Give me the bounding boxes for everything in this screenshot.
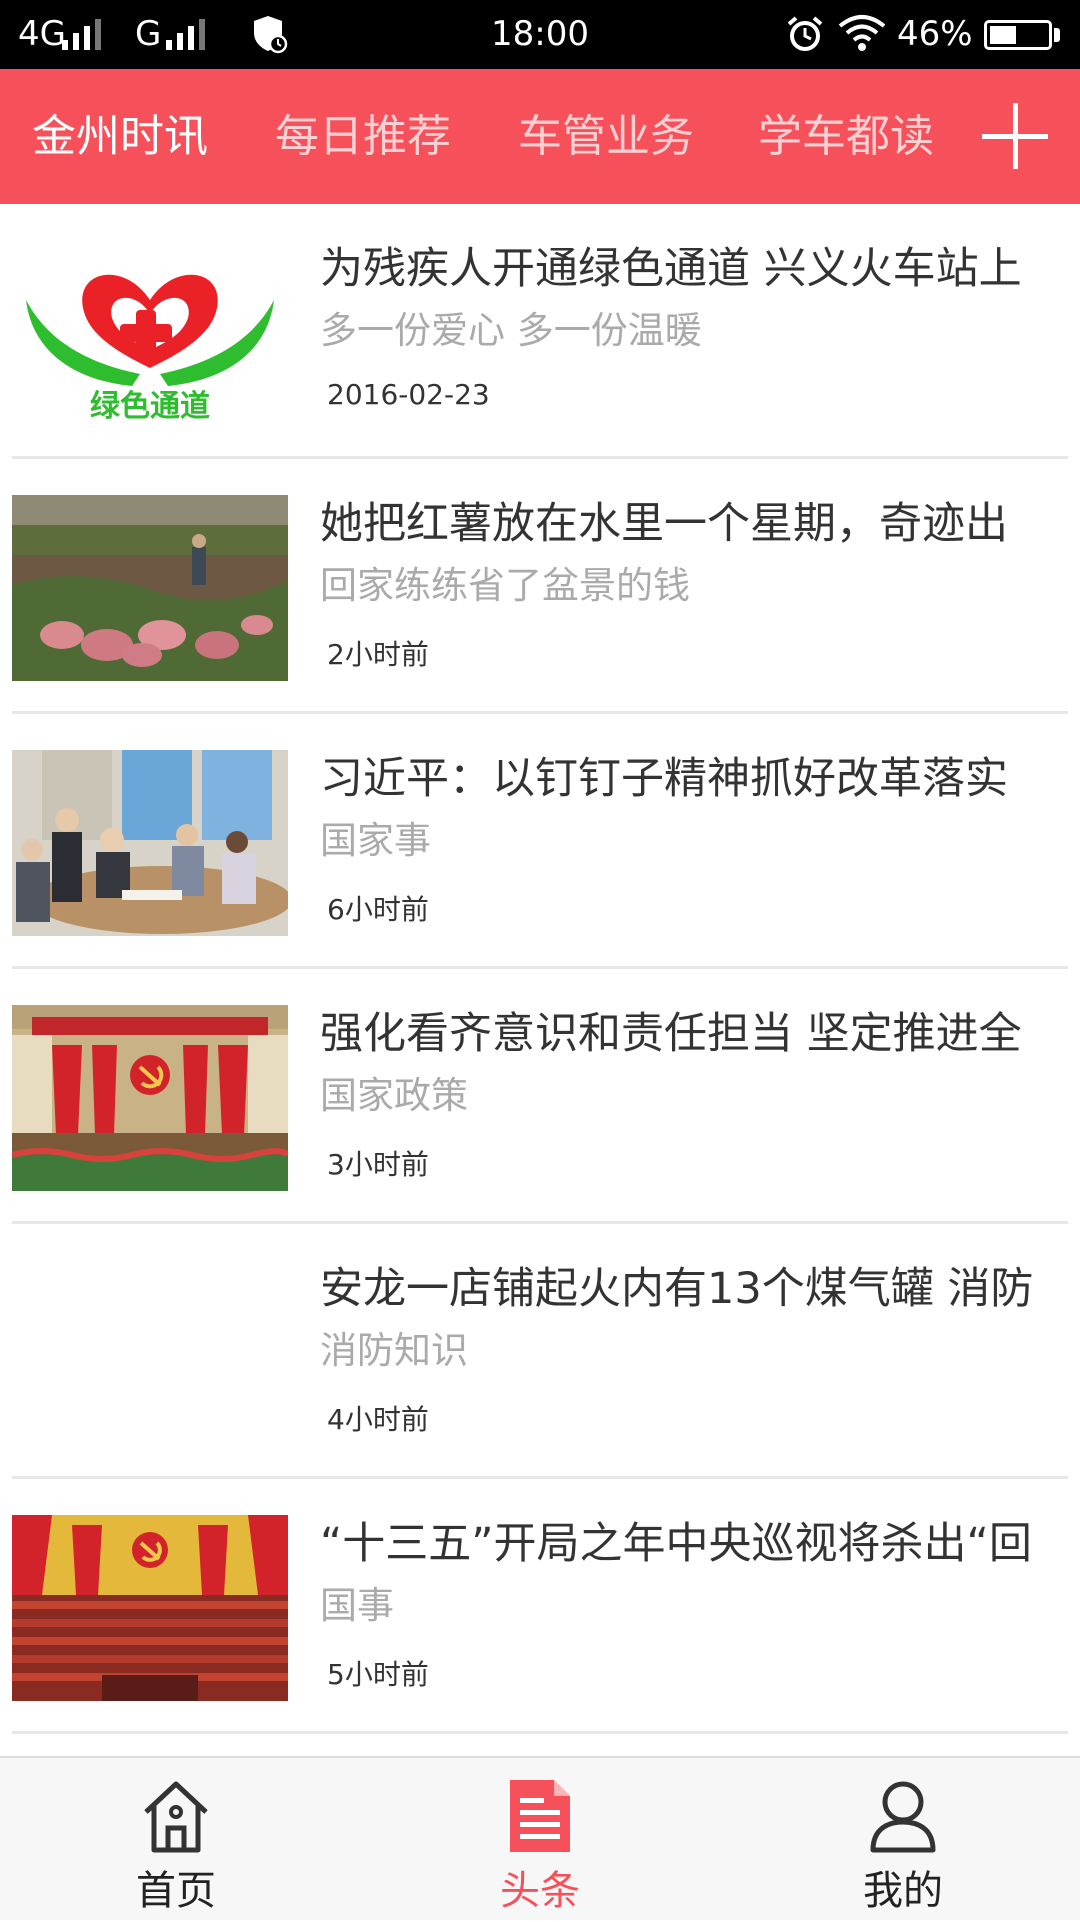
news-title: 习近平：以钉钉子精神抓好改革落实 (320, 754, 1008, 804)
tab-driving-learning[interactable]: 学车都读 (758, 69, 934, 204)
business-meeting-photo (12, 750, 288, 936)
nav-mine[interactable]: 我的 (793, 1758, 1013, 1922)
tab-daily-recommend[interactable]: 每日推荐 (275, 69, 451, 204)
status-bar: 4G G 18:00 46% (0, 0, 1080, 69)
news-subtitle: 国事 (320, 1584, 394, 1627)
news-title: “十三五”开局之年中央巡视将杀出“回 (320, 1519, 1032, 1569)
home-icon (144, 1781, 208, 1853)
top-tab-bar: 金州时讯 每日推荐 车管业务 学车都读 (0, 69, 1080, 204)
bottom-nav: 首页 头条 我的 (0, 1756, 1080, 1920)
news-subtitle: 国家事 (320, 819, 431, 862)
user-icon (870, 1781, 936, 1853)
nav-headlines[interactable]: 头条 (430, 1758, 650, 1922)
battery-percent: 46% (897, 14, 973, 54)
tab-jinzhou-news[interactable]: 金州时讯 (32, 69, 208, 204)
news-time: 3小时前 (327, 1148, 429, 1181)
news-title: 强化看齐意识和责任担当 坚定推进全 (320, 1009, 1022, 1059)
nav-mine-label: 我的 (863, 1868, 943, 1914)
news-time: 6小时前 (327, 893, 429, 926)
news-title: 为残疾人开通绿色通道 兴义火车站上 (320, 244, 1022, 294)
party-congress-hall-photo (12, 1515, 288, 1701)
news-subtitle: 消防知识 (320, 1329, 468, 1372)
empty-thumbnail (12, 1260, 288, 1446)
news-time: 4小时前 (327, 1403, 429, 1436)
nav-headlines-label: 头条 (500, 1868, 580, 1914)
news-time: 5小时前 (327, 1658, 429, 1691)
list-item[interactable]: 安龙一店铺起火内有13个煤气罐 消防 消防知识 4小时前 (12, 1224, 1068, 1479)
news-title: 安龙一店铺起火内有13个煤气罐 消防 (320, 1264, 1034, 1314)
document-icon (510, 1780, 570, 1852)
list-item[interactable]: 习近平：以钉钉子精神抓好改革落实 国家事 6小时前 (12, 714, 1068, 969)
logo-text: 绿色通道 (90, 389, 210, 424)
plus-icon[interactable] (980, 101, 1050, 171)
news-title: 她把红薯放在水里一个星期，奇迹出 (320, 499, 1008, 549)
news-time: 2小时前 (327, 638, 429, 671)
sweet-potato-field-photo (12, 495, 288, 681)
list-item[interactable]: 她把红薯放在水里一个星期，奇迹出 回家练练省了盆景的钱 2小时前 (12, 459, 1068, 714)
battery-tip (1054, 28, 1060, 42)
tab-vehicle-services[interactable]: 车管业务 (518, 69, 694, 204)
news-time: 2016-02-23 (327, 378, 490, 411)
alarm-icon (787, 16, 823, 51)
battery-level (990, 26, 1016, 44)
wifi-icon (838, 15, 886, 51)
list-item[interactable]: “十三五”开局之年中央巡视将杀出“回 国事 5小时前 (12, 1479, 1068, 1734)
nav-home[interactable]: 首页 (66, 1758, 286, 1922)
battery-icon (984, 20, 1052, 50)
news-subtitle: 回家练练省了盆景的钱 (320, 564, 690, 607)
news-list: 绿色通道 为残疾人开通绿色通道 兴义火车站上 多一份爱心 多一份温暖 2016-… (0, 204, 1080, 1734)
news-subtitle: 多一份爱心 多一份温暖 (320, 309, 702, 352)
list-item[interactable]: 绿色通道 为残疾人开通绿色通道 兴义火车站上 多一份爱心 多一份温暖 2016-… (12, 204, 1068, 459)
party-congress-photo (12, 1005, 288, 1191)
green-channel-logo: 绿色通道 (12, 240, 288, 426)
list-item[interactable]: 强化看齐意识和责任担当 坚定推进全 国家政策 3小时前 (12, 969, 1068, 1224)
news-subtitle: 国家政策 (320, 1074, 468, 1117)
nav-home-label: 首页 (136, 1868, 216, 1914)
